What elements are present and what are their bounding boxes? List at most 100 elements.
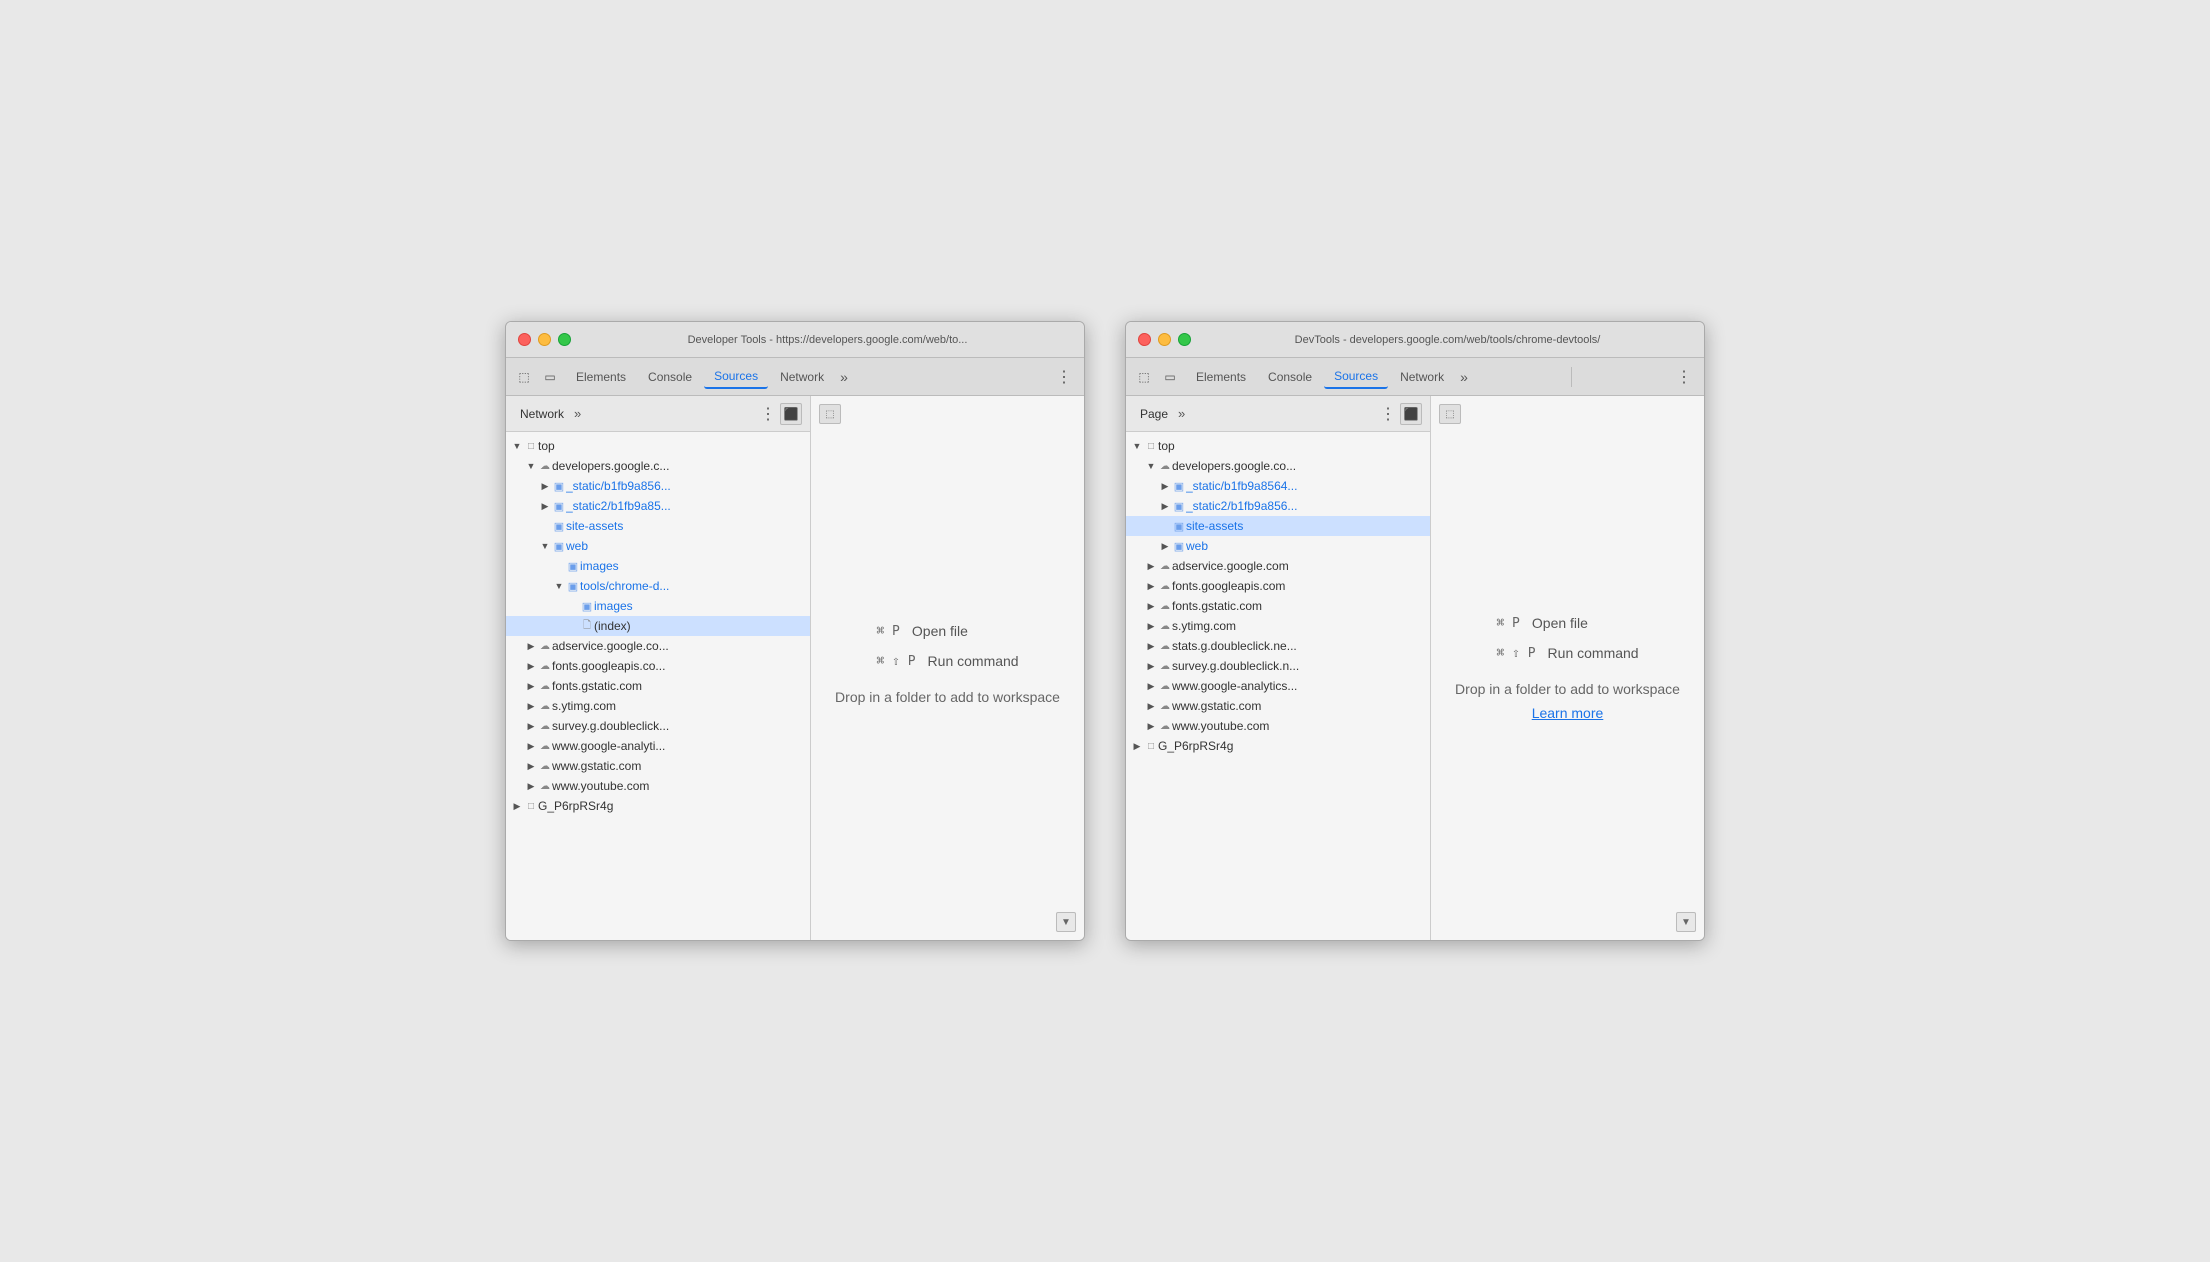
- tree-item-static2-2[interactable]: ▣ _static2/b1fb9a856...: [1126, 496, 1430, 516]
- tree-item-index-1[interactable]: 🗋 (index): [506, 616, 810, 636]
- tree-item-top-2[interactable]: □ top: [1126, 436, 1430, 456]
- traffic-lights-1: [518, 333, 571, 346]
- label-fontsgoogleapis-1: fonts.googleapis.co...: [552, 659, 665, 673]
- tree-item-gstatic-1[interactable]: ☁ www.gstatic.com: [506, 756, 810, 776]
- tree-item-sytimg-1[interactable]: ☁ s.ytimg.com: [506, 696, 810, 716]
- tree-item-static2-1[interactable]: ▣ _static2/b1fb9a85...: [506, 496, 810, 516]
- tab-dots-1[interactable]: ⋮: [1052, 367, 1076, 387]
- tree-item-static1-2[interactable]: ▣ _static/b1fb9a8564...: [1126, 476, 1430, 496]
- inspect-icon-1[interactable]: ⬚: [514, 367, 534, 387]
- tree-item-siteassets-2[interactable]: ▣ site-assets: [1126, 516, 1430, 536]
- panel-button-2[interactable]: ⬚: [1439, 404, 1461, 424]
- minimize-button-1[interactable]: [538, 333, 551, 346]
- tree-item-googleanalytics-2[interactable]: ☁ www.google-analytics...: [1126, 676, 1430, 696]
- tree-item-images1-1[interactable]: ▣ images: [506, 556, 810, 576]
- tree-item-toolschrome-1[interactable]: ▣ tools/chrome-d...: [506, 576, 810, 596]
- tab-network-1[interactable]: Network: [770, 366, 834, 388]
- sidebar-dots-1[interactable]: ⋮: [760, 404, 776, 424]
- tab-console-1[interactable]: Console: [638, 366, 702, 388]
- cloud-icon-youtube-1: ☁: [538, 779, 552, 793]
- tree-item-googleanalytics-1[interactable]: ☁ www.google-analyti...: [506, 736, 810, 756]
- panel-button-1[interactable]: ⬚: [819, 404, 841, 424]
- folder-icon-images2-1: ▣: [580, 599, 594, 613]
- devtools-window-2: DevTools - developers.google.com/web/too…: [1125, 321, 1705, 941]
- arrow-static2-2: [1158, 499, 1172, 513]
- arrow-gstatic-2: [1144, 699, 1158, 713]
- sidebar-panel-btn-1[interactable]: ⬛: [780, 403, 802, 425]
- frame-icon-top-2: □: [1144, 439, 1158, 453]
- label-sytimg-2: s.ytimg.com: [1172, 619, 1236, 633]
- tab-bar-2: ⬚ ▭ Elements Console Sources Network » ⋮: [1126, 358, 1704, 396]
- tree-item-web-1[interactable]: ▣ web: [506, 536, 810, 556]
- tree-item-adservice-1[interactable]: ☁ adservice.google.co...: [506, 636, 810, 656]
- label-gp6-1: G_P6rpRSr4g: [538, 799, 613, 813]
- tree-item-survey-2[interactable]: ☁ survey.g.doubleclick.n...: [1126, 656, 1430, 676]
- tab-more-2[interactable]: »: [1456, 367, 1472, 387]
- label-googleanalytics-2: www.google-analytics...: [1172, 679, 1297, 693]
- cloud-icon-youtube-2: ☁: [1158, 719, 1172, 733]
- tab-bar-1: ⬚ ▭ Elements Console Sources Network » ⋮: [506, 358, 1084, 396]
- frame-icon-gp6-1: □: [524, 799, 538, 813]
- maximize-button-1[interactable]: [558, 333, 571, 346]
- maximize-button-2[interactable]: [1178, 333, 1191, 346]
- tab-console-2[interactable]: Console: [1258, 366, 1322, 388]
- sidebar-more-1[interactable]: »: [574, 406, 581, 421]
- tab-sources-1[interactable]: Sources: [704, 365, 768, 389]
- tree-item-fontsgoogleapis-1[interactable]: ☁ fonts.googleapis.co...: [506, 656, 810, 676]
- tree-item-static1-1[interactable]: ▣ _static/b1fb9a856...: [506, 476, 810, 496]
- open-file-label-2: Open file: [1532, 615, 1588, 631]
- tree-item-siteassets-1[interactable]: ▣ site-assets: [506, 516, 810, 536]
- tree-item-web-2[interactable]: ▣ web: [1126, 536, 1430, 556]
- scroll-bottom-1[interactable]: ▼: [1056, 912, 1076, 932]
- tree-item-fontsgoogleapis-2[interactable]: ☁ fonts.googleapis.com: [1126, 576, 1430, 596]
- tree-item-youtube-2[interactable]: ☁ www.youtube.com: [1126, 716, 1430, 736]
- cloud-icon-googleanalytics-2: ☁: [1158, 679, 1172, 693]
- learn-more-link-2[interactable]: Learn more: [1532, 705, 1604, 721]
- close-button-1[interactable]: [518, 333, 531, 346]
- label-siteassets-2: site-assets: [1186, 519, 1243, 533]
- tab-dots-2[interactable]: ⋮: [1672, 367, 1696, 387]
- cloud-icon-fontsgstatic-2: ☁: [1158, 599, 1172, 613]
- label-youtube-1: www.youtube.com: [552, 779, 649, 793]
- tab-more-1[interactable]: »: [836, 367, 852, 387]
- close-button-2[interactable]: [1138, 333, 1151, 346]
- tree-item-stats-2[interactable]: ☁ stats.g.doubleclick.ne...: [1126, 636, 1430, 656]
- inspect-icon-2[interactable]: ⬚: [1134, 367, 1154, 387]
- sidebar-more-2[interactable]: »: [1178, 406, 1185, 421]
- arrow-sytimg-1: [524, 699, 538, 713]
- tab-network-2[interactable]: Network: [1390, 366, 1454, 388]
- label-web-2: web: [1186, 539, 1208, 553]
- sidebar-panel-btn-2[interactable]: ⬛: [1400, 403, 1422, 425]
- tree-item-youtube-1[interactable]: ☁ www.youtube.com: [506, 776, 810, 796]
- tree-item-developers-2[interactable]: ☁ developers.google.co...: [1126, 456, 1430, 476]
- tree-item-images2-1[interactable]: ▣ images: [506, 596, 810, 616]
- sidebar-tab-network-1[interactable]: Network: [514, 405, 570, 423]
- editor-area-1: ⬚ ⌘ P Open file ⌘ ⇧ P Run command Drop i…: [811, 396, 1084, 940]
- tree-item-fontsgstatic-1[interactable]: ☁ fonts.gstatic.com: [506, 676, 810, 696]
- sidebar-dots-2[interactable]: ⋮: [1380, 404, 1396, 424]
- tree-item-fontsgstatic-2[interactable]: ☁ fonts.gstatic.com: [1126, 596, 1430, 616]
- tree-item-gp6-2[interactable]: □ G_P6rpRSr4g: [1126, 736, 1430, 756]
- tree-item-top-1[interactable]: □ top: [506, 436, 810, 456]
- open-file-kbd-1: ⌘ P: [876, 624, 899, 639]
- tree-item-gstatic-2[interactable]: ☁ www.gstatic.com: [1126, 696, 1430, 716]
- open-file-label-1: Open file: [912, 623, 968, 639]
- tab-sources-2[interactable]: Sources: [1324, 365, 1388, 389]
- device-icon-2[interactable]: ▭: [1160, 367, 1180, 387]
- label-siteassets-1: site-assets: [566, 519, 623, 533]
- tree-item-survey-1[interactable]: ☁ survey.g.doubleclick...: [506, 716, 810, 736]
- sidebar-tab-page-2[interactable]: Page: [1134, 405, 1174, 423]
- cloud-icon-fontsgoogleapis-1: ☁: [538, 659, 552, 673]
- tab-elements-1[interactable]: Elements: [566, 366, 636, 388]
- scroll-bottom-2[interactable]: ▼: [1676, 912, 1696, 932]
- tab-elements-2[interactable]: Elements: [1186, 366, 1256, 388]
- cloud-icon-fontsgoogleapis-2: ☁: [1158, 579, 1172, 593]
- device-icon-1[interactable]: ▭: [540, 367, 560, 387]
- tree-item-adservice-2[interactable]: ☁ adservice.google.com: [1126, 556, 1430, 576]
- tree-item-developers-1[interactable]: ☁ developers.google.c...: [506, 456, 810, 476]
- minimize-button-2[interactable]: [1158, 333, 1171, 346]
- tree-item-gp6-1[interactable]: □ G_P6rpRSr4g: [506, 796, 810, 816]
- tree-item-sytimg-2[interactable]: ☁ s.ytimg.com: [1126, 616, 1430, 636]
- arrow-gp6-1: [510, 799, 524, 813]
- open-file-row-1: ⌘ P Open file: [876, 623, 968, 639]
